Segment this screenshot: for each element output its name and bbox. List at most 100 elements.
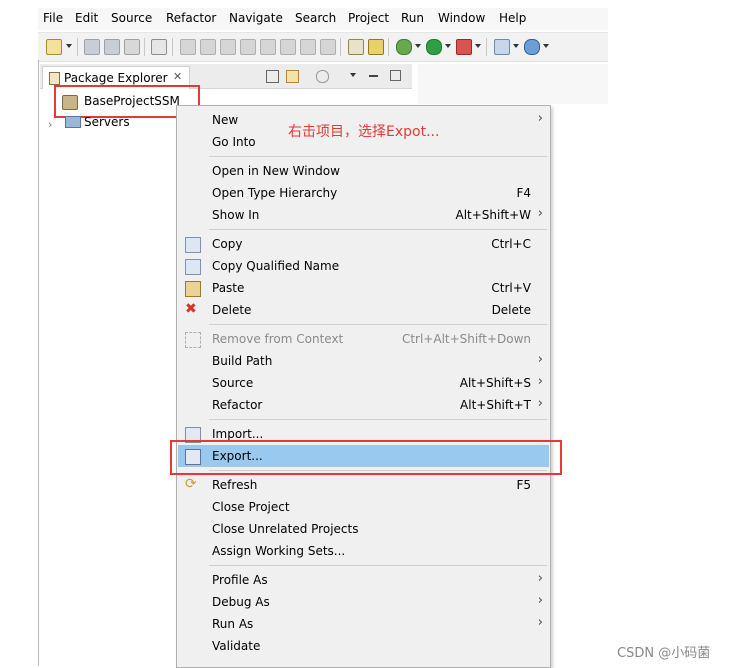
new-java-class-icon[interactable] [524,39,540,55]
chevron-right-icon: › [537,374,543,389]
chevron-right-icon: › [537,396,543,411]
menu-separator [209,156,547,157]
delete-icon: ✖ [185,301,197,317]
folder-icon [65,116,81,128]
export-highlight-box [170,440,562,475]
toolbar-separator [144,38,145,56]
menu-item-copy[interactable]: Copy Ctrl+C [178,233,549,255]
maximize-icon[interactable] [390,70,401,81]
expand-servers-icon[interactable]: › [48,118,52,131]
remove-from-context-icon [185,332,201,348]
save-icon[interactable] [84,39,100,55]
workbench-left-border [38,60,39,666]
refresh-icon: ⟳ [185,476,197,492]
servers-tree-item[interactable]: Servers [84,115,130,129]
menu-item-refresh[interactable]: ⟳ Refresh F5 [178,474,549,496]
annotation-text: 右击项目，选择Expot... [288,124,440,140]
menu-source[interactable]: Source [111,11,152,25]
chevron-right-icon: › [537,593,543,608]
chevron-right-icon: › [537,206,543,221]
menu-item-open-type-hierarchy[interactable]: Open Type Hierarchy F4 [178,182,549,204]
menu-item-debug-as[interactable]: Debug As › [178,591,549,613]
menu-item-copy-qualified-name[interactable]: Copy Qualified Name [178,255,549,277]
package-explorer-title: Package Explorer [64,71,168,85]
minimize-icon[interactable] [369,75,378,77]
terminate-icon[interactable] [220,39,236,55]
debug-dropdown-icon[interactable] [415,44,421,48]
toolbar [38,32,608,62]
chevron-right-icon: › [537,615,543,630]
save-all-icon[interactable] [104,39,120,55]
use-step-filters-icon[interactable] [368,39,384,55]
debug-icon[interactable] [396,39,412,55]
menu-help[interactable]: Help [499,11,526,25]
collapse-all-icon[interactable] [266,70,279,83]
copy-qualified-name-icon [185,259,201,275]
menu-search[interactable]: Search [295,11,336,25]
menu-separator [209,324,547,325]
menu-item-refactor[interactable]: Refactor Alt+Shift+T › [178,394,549,416]
watermark: CSDN @小码菌 [617,646,711,661]
menu-edit[interactable]: Edit [75,11,98,25]
editor-area [418,64,608,104]
menu-refactor[interactable]: Refactor [166,11,216,25]
menu-item-paste[interactable]: Paste Ctrl+V [178,277,549,299]
run-icon[interactable] [426,39,442,55]
menu-separator [209,419,547,420]
context-menu: New › Go Into Open in New Window Open Ty… [176,105,551,668]
menu-file[interactable]: File [43,11,63,25]
menu-item-assign-working-sets[interactable]: Assign Working Sets... [178,540,549,562]
menu-item-remove-from-context: Remove from Context Ctrl+Alt+Shift+Down [178,328,549,350]
toolbar-separator [172,38,173,56]
link-with-editor-icon[interactable] [286,70,299,83]
menu-item-show-in[interactable]: Show In Alt+Shift+W › [178,204,549,226]
new-dropdown-icon[interactable] [66,44,72,48]
menu-item-profile-as[interactable]: Profile As › [178,569,549,591]
toolbar-separator [486,38,487,56]
menu-item-delete[interactable]: ✖ Delete Delete [178,299,549,321]
drop-to-frame-icon[interactable] [320,39,336,55]
focus-on-active-task-icon[interactable] [316,70,329,83]
menu-window[interactable]: Window [438,11,485,25]
run-dropdown-icon[interactable] [445,44,451,48]
external-tools-icon[interactable] [456,39,472,55]
menu-item-open-in-new-window[interactable]: Open in New Window [178,160,549,182]
view-menu-icon[interactable] [350,73,356,77]
step-over-icon[interactable] [280,39,296,55]
step-return-icon[interactable] [300,39,316,55]
menu-item-run-as[interactable]: Run As › [178,613,549,635]
menu-item-validate[interactable]: Validate [178,635,549,657]
menu-bar: File Edit Source Refactor Navigate Searc… [38,8,608,30]
menu-item-build-path[interactable]: Build Path › [178,350,549,372]
suspend-icon[interactable] [200,39,216,55]
close-icon[interactable]: ✕ [173,70,182,83]
menu-item-close-project[interactable]: Close Project [178,496,549,518]
menu-project[interactable]: Project [348,11,389,25]
menu-item-close-unrelated-projects[interactable]: Close Unrelated Projects [178,518,549,540]
menu-run[interactable]: Run [401,11,424,25]
menu-item-source[interactable]: Source Alt+Shift+S › [178,372,549,394]
chevron-right-icon: › [537,352,543,367]
paste-icon [185,281,201,297]
console-icon[interactable] [348,39,364,55]
toolbar-separator [388,38,389,56]
skip-breakpoints-icon[interactable] [151,39,167,55]
copy-icon [185,237,201,253]
menu-navigate[interactable]: Navigate [229,11,283,25]
new-server-icon[interactable] [494,39,510,55]
external-tools-dropdown-icon[interactable] [475,44,481,48]
resume-icon[interactable] [180,39,196,55]
chevron-right-icon: › [537,111,543,126]
print-icon[interactable] [124,39,140,55]
new-java-class-dropdown-icon[interactable] [543,44,549,48]
package-explorer-icon [49,72,60,85]
toolbar-separator [340,38,341,56]
menu-separator [209,229,547,230]
toolbar-separator [77,38,78,56]
disconnect-icon[interactable] [240,39,256,55]
menu-separator [209,565,547,566]
chevron-right-icon: › [537,571,543,586]
new-icon[interactable] [46,39,62,55]
step-into-icon[interactable] [260,39,276,55]
new-server-dropdown-icon[interactable] [513,44,519,48]
